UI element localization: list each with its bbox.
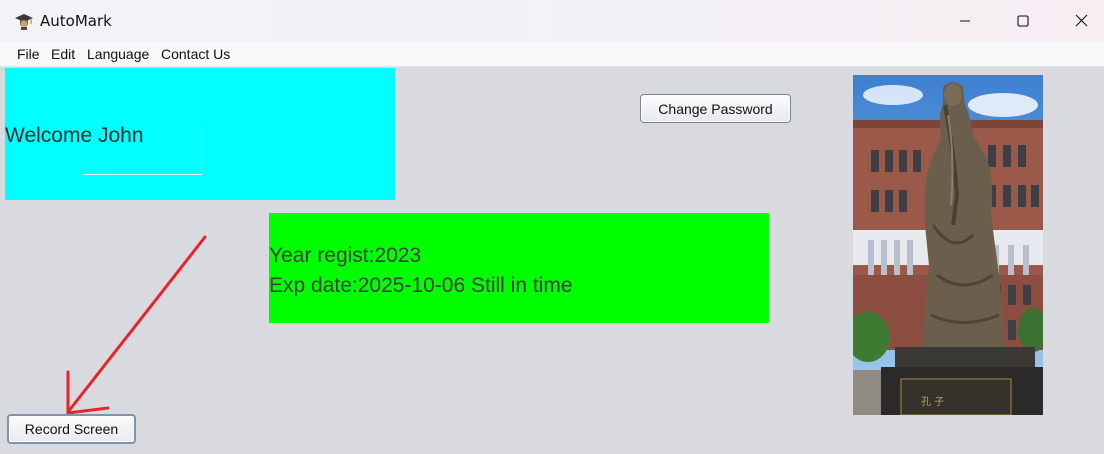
menu-bar: File Edit Language Contact Us (0, 42, 1104, 67)
maximize-icon (1017, 12, 1029, 31)
registration-info-panel: Year regist:2023 Exp date:2025-10-06 Sti… (269, 213, 769, 323)
menu-contact-us[interactable]: Contact Us (161, 46, 230, 62)
window-title: AutoMark (40, 12, 112, 30)
automark-window: AutoMark File Edit Language Contact Us W… (0, 0, 1104, 454)
close-button[interactable] (1052, 0, 1104, 42)
red-arrow-annotation (50, 232, 220, 422)
minimize-icon (959, 12, 971, 31)
exp-date-label: Exp date:2025-10-06 Still in time (269, 274, 573, 297)
year-regist-label: Year regist:2023 (269, 244, 422, 267)
close-icon (1075, 12, 1088, 31)
menu-edit[interactable]: Edit (51, 46, 75, 62)
statue-photo: 孔 子 (853, 75, 1043, 415)
title-bar[interactable]: AutoMark (0, 0, 1104, 42)
menu-language[interactable]: Language (87, 46, 149, 62)
change-password-button[interactable]: Change Password (640, 94, 791, 123)
main-content: Welcome John Change Password Year regist… (0, 67, 1104, 454)
minimize-button[interactable] (936, 0, 994, 42)
welcome-panel: Welcome John (5, 68, 395, 200)
menu-file[interactable]: File (17, 46, 40, 62)
welcome-outline (83, 124, 202, 175)
maximize-button[interactable] (994, 0, 1052, 42)
svg-text:孔 子: 孔 子 (921, 396, 944, 408)
record-screen-button[interactable]: Record Screen (7, 414, 136, 444)
graduation-cap-icon (14, 11, 34, 31)
